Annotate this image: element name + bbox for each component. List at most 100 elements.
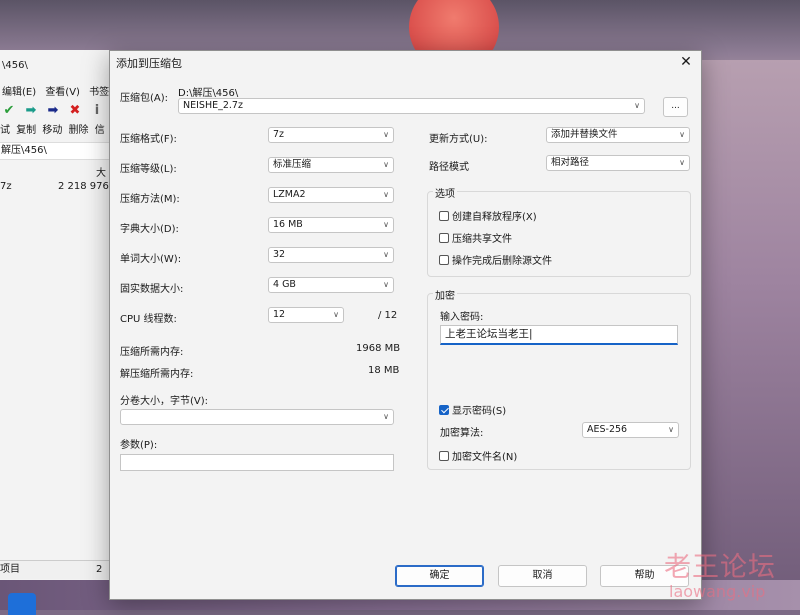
archive-name-combo[interactable]: NEISHE_2.7z ∨ [178, 98, 645, 114]
level-value: 标准压缩 [273, 159, 312, 170]
status-items: 项目 [0, 564, 20, 575]
delete-checkbox-box[interactable] [439, 254, 449, 265]
chevron-down-icon: ∨ [634, 101, 640, 110]
chevron-down-icon: ∨ [679, 158, 685, 167]
archive-label: 压缩包(A): [120, 93, 169, 104]
dialog-titlebar: 添加到压缩包 ✕ [110, 51, 701, 73]
encrypt-names-box[interactable] [439, 450, 449, 461]
solid-combo[interactable]: 4 GB ∨ [268, 277, 394, 293]
file-name: 7z [0, 181, 12, 192]
watermark-domain: laowang.vip [669, 582, 766, 601]
test-icon[interactable]: ✔ [0, 103, 20, 118]
enc-method-value: AES-256 [587, 424, 628, 435]
watermark-name: 老王论坛 [664, 552, 776, 583]
update-combo[interactable]: 添加并替换文件 ∨ [546, 127, 690, 143]
menu-bar: 编辑(E) 查看(V) 书签 [2, 83, 120, 98]
chevron-down-icon: ∨ [679, 130, 685, 139]
format-combo[interactable]: 7z ∨ [268, 127, 394, 143]
threads-value: 12 [273, 309, 286, 320]
dialog-title: 添加到压缩包 [116, 57, 182, 70]
method-combo[interactable]: LZMA2 ∨ [268, 187, 394, 203]
split-combo[interactable]: ∨ [120, 409, 394, 425]
toolbar-label-info[interactable]: 信 [95, 125, 105, 136]
archive-path: D:\解压\456\ [178, 88, 239, 99]
update-value: 添加并替换文件 [551, 129, 618, 140]
shared-checkbox[interactable]: 压缩共享文件 [439, 230, 512, 245]
password-input[interactable]: 上老王论坛当老王| [440, 325, 678, 345]
format-value: 7z [273, 129, 285, 140]
update-label: 更新方式(U): [429, 134, 488, 145]
threads-label: CPU 线程数: [120, 314, 177, 325]
params-label: 参数(P): [120, 440, 158, 451]
delete-source-checkbox[interactable]: 操作完成后删除源文件 [439, 252, 552, 267]
shared-checkbox-box[interactable] [439, 232, 449, 243]
archive-name-value: NEISHE_2.7z [183, 100, 243, 111]
params-input[interactable] [120, 454, 394, 471]
solid-value: 4 GB [273, 279, 296, 290]
chevron-down-icon: ∨ [383, 220, 389, 229]
cancel-button[interactable]: 取消 [498, 565, 587, 587]
enc-method-combo[interactable]: AES-256 ∨ [582, 422, 679, 438]
level-combo[interactable]: 标准压缩 ∨ [268, 157, 394, 173]
chevron-down-icon: ∨ [383, 160, 389, 169]
sfx-checkbox[interactable]: 创建自释放程序(X) [439, 208, 537, 223]
sfx-checkbox-label: 创建自释放程序(X) [452, 212, 537, 223]
toolbar-label-move[interactable]: 移动 [42, 125, 62, 136]
toolbar-label-delete[interactable]: 删除 [69, 125, 89, 136]
enc-method-label: 加密算法: [440, 428, 484, 439]
word-combo[interactable]: 32 ∨ [268, 247, 394, 263]
toolbar-icons: ✔ ➡ ➡ ✖ ⅰ [0, 103, 118, 119]
chevron-down-icon: ∨ [383, 412, 389, 421]
close-icon[interactable]: ✕ [671, 51, 701, 73]
shared-checkbox-label: 压缩共享文件 [452, 234, 512, 245]
toolbar-label-test[interactable]: 试 [0, 125, 10, 136]
chevron-down-icon: ∨ [668, 425, 674, 434]
dict-label: 字典大小(D): [120, 224, 179, 235]
show-password-box[interactable] [439, 404, 449, 415]
threads-total: / 12 [378, 310, 398, 321]
background-file-manager: \456\ 编辑(E) 查看(V) 书签 ✔ ➡ ➡ ✖ ⅰ 试 复制 移动 删除 信 … [0, 50, 121, 580]
chevron-down-icon: ∨ [383, 280, 389, 289]
ok-button[interactable]: 确定 [395, 565, 484, 587]
sfx-checkbox-box[interactable] [439, 210, 449, 221]
delete-checkbox-label: 操作完成后删除源文件 [452, 256, 552, 267]
format-label: 压缩格式(F): [120, 134, 177, 145]
file-size: 2 218 976 [58, 181, 109, 192]
dict-value: 16 MB [273, 219, 303, 230]
copy-icon[interactable]: ➡ [20, 103, 42, 118]
level-label: 压缩等级(L): [120, 164, 177, 175]
pathmode-combo[interactable]: 相对路径 ∨ [546, 155, 690, 171]
window-path: \456\ [2, 60, 28, 71]
threads-combo[interactable]: 12 ∨ [268, 307, 344, 323]
status-bar: 项目 2 [0, 560, 120, 579]
address-bar[interactable]: 解压\456\ [0, 142, 120, 160]
pathmode-value: 相对路径 [551, 157, 590, 168]
move-icon[interactable]: ➡ [42, 103, 64, 118]
chevron-down-icon: ∨ [333, 310, 339, 319]
pathmode-label: 路径模式 [429, 162, 469, 173]
info-icon[interactable]: ⅰ [86, 103, 108, 118]
method-label: 压缩方法(M): [120, 194, 180, 205]
chevron-down-icon: ∨ [383, 130, 389, 139]
taskbar-app-icon[interactable] [8, 593, 36, 615]
add-to-archive-dialog: 添加到压缩包 ✕ 压缩包(A): D:\解压\456\ NEISHE_2.7z … [109, 50, 702, 600]
dict-combo[interactable]: 16 MB ∨ [268, 217, 394, 233]
word-label: 单词大小(W): [120, 254, 182, 265]
browse-button[interactable]: ... [663, 97, 688, 117]
mem-decomp-value: 18 MB [368, 365, 400, 376]
show-password-label: 显示密码(S) [452, 406, 507, 417]
encrypt-names-checkbox[interactable]: 加密文件名(N) [439, 448, 517, 463]
solid-label: 固实数据大小: [120, 284, 184, 295]
delete-icon[interactable]: ✖ [64, 103, 86, 118]
status-count: 2 [96, 564, 103, 575]
file-row[interactable]: 7z 2 218 976 [0, 181, 120, 192]
chevron-down-icon: ∨ [383, 250, 389, 259]
menu-edit[interactable]: 编辑(E) [2, 87, 36, 98]
split-label: 分卷大小，字节(V): [120, 396, 209, 407]
mem-comp-label: 压缩所需内存: [120, 347, 184, 358]
toolbar-label-copy[interactable]: 复制 [16, 125, 36, 136]
menu-bookmarks[interactable]: 书签 [89, 87, 109, 98]
show-password-checkbox[interactable]: 显示密码(S) [439, 402, 506, 417]
menu-view[interactable]: 查看(V) [45, 87, 80, 98]
encryption-title: 加密 [433, 287, 457, 302]
